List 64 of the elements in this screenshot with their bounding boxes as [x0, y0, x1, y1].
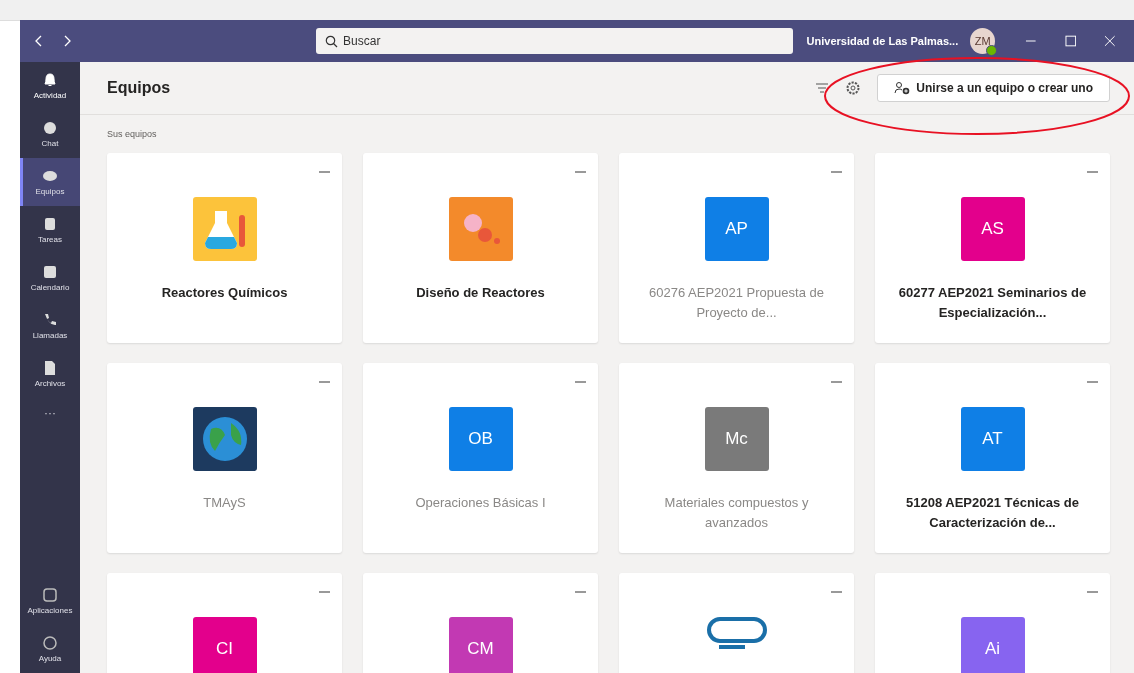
sidebar-icon — [42, 264, 58, 280]
team-avatar: CI — [192, 617, 257, 673]
organization-name[interactable]: Universidad de Las Palmas... — [806, 35, 959, 47]
team-card[interactable]: TMAyS — [107, 363, 342, 553]
filter-icon[interactable] — [815, 82, 830, 94]
team-card[interactable]: CI — [107, 573, 342, 673]
page-title: Equipos — [107, 79, 171, 97]
sidebar-item[interactable]: Actividad — [20, 62, 80, 110]
team-avatar: OB — [448, 407, 513, 471]
back-icon[interactable] — [34, 34, 44, 48]
team-name: Diseño de Reactores — [415, 284, 546, 302]
team-card[interactable]: AP 60276 AEP2021 Propuesta de Proyecto de... — [619, 153, 854, 343]
team-avatar: Ai — [960, 617, 1025, 673]
team-card[interactable]: OB Operaciones Básicas I — [363, 363, 598, 553]
sidebar-icon — [42, 216, 58, 232]
sidebar-item[interactable]: Equipos — [20, 158, 80, 206]
sidebar-icon — [42, 312, 58, 328]
team-card[interactable]: AT 51208 AEP2021 Técnicas de Caracterización de... — [875, 363, 1110, 553]
settings-icon[interactable] — [845, 80, 862, 96]
gears-icon — [448, 197, 513, 261]
search-icon — [325, 35, 339, 48]
sidebar-item[interactable]: Ayuda — [20, 625, 80, 673]
team-card[interactable]: CM — [363, 573, 598, 673]
flask-icon — [192, 197, 257, 261]
team-name: Materiales compuestos y avanzados — [663, 494, 810, 532]
sidebar-icon — [42, 360, 58, 376]
team-avatar: CM — [448, 617, 513, 673]
sidebar-icon — [42, 120, 58, 136]
sidebar-item[interactable]: Archivos — [20, 350, 80, 398]
team-card[interactable]: Mc Materiales compuestos y avanzados — [619, 363, 854, 553]
team-name: Operaciones Básicas I — [414, 494, 547, 512]
team-avatar: AP — [704, 197, 769, 261]
team-card[interactable]: Diseño de Reactores — [363, 153, 598, 343]
forward-icon[interactable] — [62, 34, 72, 48]
maximize-icon[interactable] — [1064, 35, 1077, 47]
team-name: 60276 AEP2021 Propuesta de Proyecto de... — [648, 284, 825, 322]
add-people-icon — [894, 81, 911, 95]
sidebar-item[interactable]: Calendario — [20, 254, 80, 302]
sidebar-item[interactable]: Chat — [20, 110, 80, 158]
close-icon[interactable] — [1104, 35, 1116, 47]
team-card[interactable]: Ai — [875, 573, 1110, 673]
team-name: TMAyS — [202, 494, 247, 512]
user-avatar[interactable]: ZM — [970, 28, 996, 54]
team-avatar: Mc — [704, 407, 769, 471]
team-name: Reactores Químicos — [160, 284, 289, 302]
sidebar-icon — [42, 635, 58, 651]
team-avatar: AS — [960, 197, 1025, 261]
globe-icon — [192, 407, 257, 471]
sidebar-item[interactable]: Llamadas — [20, 302, 80, 350]
team-card[interactable]: AS 60277 AEP2021 Seminarios de Especialización... — [875, 153, 1110, 343]
sidebar-icon — [42, 168, 58, 184]
join-team-button[interactable]: Unirse a un equipo o crear uno — [877, 74, 1110, 102]
sidebar-icon — [42, 72, 58, 88]
team-name: 60277 AEP2021 Seminarios de Especialización... — [897, 284, 1088, 322]
sidebar-item[interactable]: Aplicaciones — [20, 577, 80, 625]
sidebar-icon — [42, 587, 58, 603]
team-avatar: AT — [960, 407, 1025, 471]
team-card[interactable]: Reactores Químicos — [107, 153, 342, 343]
team-name: 51208 AEP2021 Técnicas de Caracterización de... — [905, 494, 1080, 532]
section-label: Sus equipos — [107, 129, 158, 139]
chain-icon — [704, 617, 769, 651]
more-apps[interactable]: ··· — [20, 406, 80, 420]
search-field[interactable]: Buscar — [316, 28, 793, 54]
sidebar-item[interactable]: Tareas — [20, 206, 80, 254]
